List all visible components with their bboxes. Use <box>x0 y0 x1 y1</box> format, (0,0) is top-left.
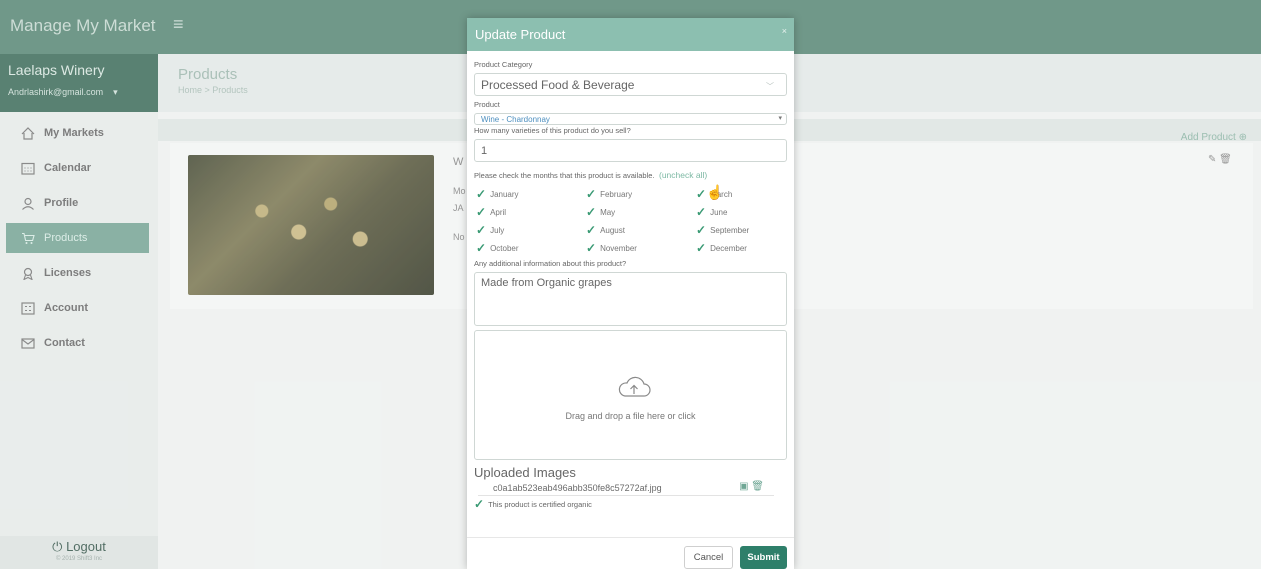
organic-checkbox[interactable]: ✓ This product is certified organic <box>474 497 787 511</box>
checkmark-icon: ✓ <box>476 241 487 255</box>
checkmark-icon: ✓ <box>586 223 597 237</box>
uncheck-all-link[interactable]: (uncheck all) <box>659 170 707 180</box>
product-select[interactable]: Wine - Chardonnay ▾ <box>474 113 787 125</box>
months-heading: Please check the months that this produc… <box>474 165 787 183</box>
modal-title: Update Product <box>475 27 566 42</box>
checkmark-icon: ✓ <box>586 205 597 219</box>
organic-label: This product is certified organic <box>488 499 592 509</box>
category-label: Product Category <box>474 60 533 69</box>
month-label: December <box>710 243 747 253</box>
checkmark-icon: ✓ <box>586 187 597 201</box>
month-label: November <box>600 243 637 253</box>
cancel-button[interactable]: Cancel <box>684 546 733 569</box>
trash-icon[interactable]: 🗑︎ <box>751 481 764 492</box>
months-grid: ✓ January ✓ February ✓ March ✓ April ✓ May ✓ J… <box>474 187 787 255</box>
checkmark-icon: ✓ <box>476 205 487 219</box>
checkmark-icon: ✓ <box>586 241 597 255</box>
month-checkbox-july[interactable]: ✓ July <box>476 223 586 237</box>
month-label: September <box>710 225 750 235</box>
caret-down-icon: ▾ <box>778 115 782 122</box>
month-checkbox-august[interactable]: ✓ August <box>586 223 696 237</box>
varieties-label: How many varieties of this product do yo… <box>474 126 631 135</box>
month-checkbox-june[interactable]: ✓ June <box>696 205 786 219</box>
checkmark-icon: ✓ <box>696 241 707 255</box>
month-checkbox-september[interactable]: ✓ September <box>696 223 786 237</box>
months-label: Please check the months that this produc… <box>474 171 655 180</box>
additional-info-textarea[interactable]: Made from Organic grapes <box>474 272 787 326</box>
month-label: February <box>600 189 633 199</box>
month-checkbox-october[interactable]: ✓ October <box>476 241 586 255</box>
month-checkbox-january[interactable]: ✓ January <box>476 187 586 201</box>
month-label: October <box>490 243 519 253</box>
month-checkbox-december[interactable]: ✓ December <box>696 241 786 255</box>
checkmark-icon: ✓ <box>696 223 707 237</box>
product-value: Wine - Chardonnay <box>481 114 550 124</box>
category-value: Processed Food & Beverage <box>481 77 635 92</box>
pointer-cursor-icon: ☝ <box>706 184 724 200</box>
close-icon[interactable]: × <box>782 26 787 36</box>
month-checkbox-november[interactable]: ✓ November <box>586 241 696 255</box>
month-checkbox-may[interactable]: ✓ May <box>586 205 696 219</box>
modal-header: Update Product × <box>467 18 794 51</box>
update-product-modal: Update Product × Product Category Proces… <box>467 18 794 569</box>
modal-footer-divider <box>467 537 794 538</box>
month-label: August <box>600 225 625 235</box>
month-label: June <box>710 207 728 217</box>
month-checkbox-february[interactable]: ✓ February <box>586 187 696 201</box>
cloud-upload-icon <box>618 376 651 397</box>
dropzone-text: Drag and drop a file here or click <box>565 411 696 421</box>
additional-info-label: Any additional information about this pr… <box>474 259 627 268</box>
checkmark-icon: ✓ <box>474 497 485 511</box>
month-label: April <box>490 207 507 217</box>
checkmark-icon: ✓ <box>476 223 487 237</box>
checkmark-icon: ✓ <box>696 187 707 201</box>
uploaded-file-name[interactable]: c0a1ab523eab496abb350fe8c57272af.jpg <box>493 483 662 493</box>
month-checkbox-april[interactable]: ✓ April <box>476 205 586 219</box>
varieties-value: 1 <box>481 144 488 157</box>
checkmark-icon: ✓ <box>696 205 707 219</box>
category-select[interactable]: Processed Food & Beverage ﹀ <box>474 73 787 96</box>
chevron-down-icon: ﹀ <box>766 82 774 91</box>
checkmark-icon: ✓ <box>476 187 487 201</box>
modal-body: Product Category Processed Food & Bevera… <box>467 51 794 511</box>
uploaded-images-title: Uploaded Images <box>474 465 576 480</box>
product-label: Product <box>474 100 500 109</box>
submit-button[interactable]: Submit <box>740 546 787 569</box>
month-label: May <box>600 207 616 217</box>
uploaded-file-row: c0a1ab523eab496abb350fe8c57272af.jpg ▣ 🗑… <box>478 480 774 496</box>
month-label: January <box>490 189 519 199</box>
image-preview-icon[interactable]: ▣ <box>739 481 748 492</box>
varieties-input[interactable]: 1 <box>474 139 787 162</box>
file-dropzone[interactable]: Drag and drop a file here or click <box>474 330 787 460</box>
month-label: July <box>490 225 505 235</box>
